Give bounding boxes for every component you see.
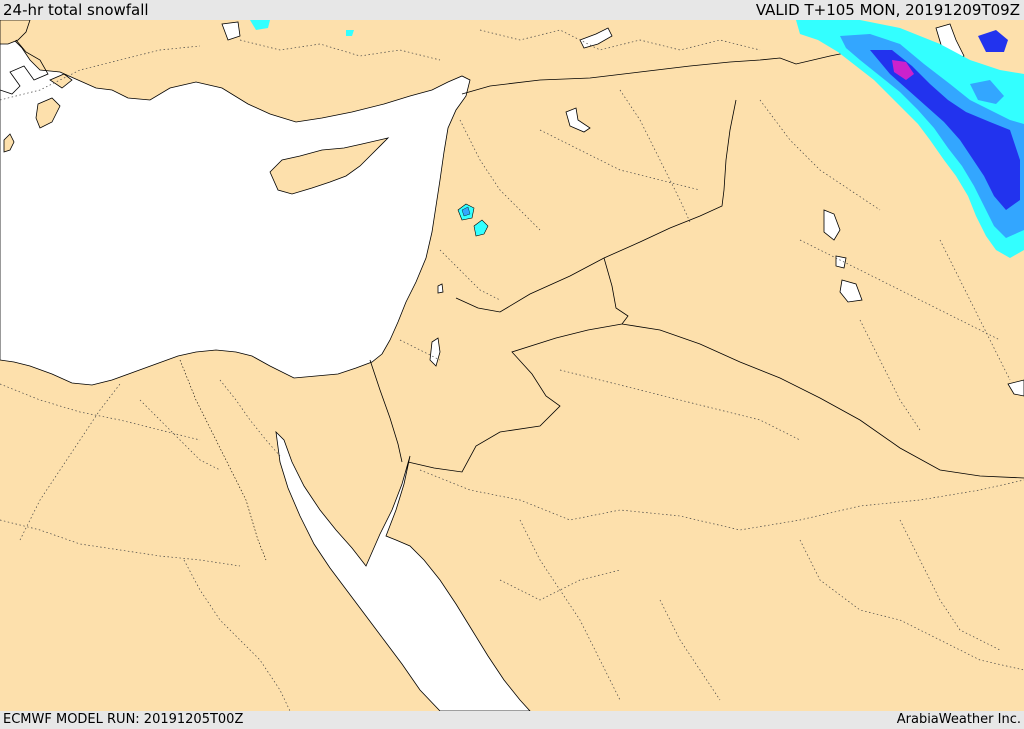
map-title: 24-hr total snowfall <box>3 1 149 19</box>
lake-habbaniyah <box>835 255 847 269</box>
sea-of-galilee <box>437 283 444 294</box>
footer-bar: ECMWF MODEL RUN: 20191205T00Z ArabiaWeat… <box>0 711 1024 729</box>
header-bar: 24-hr total snowfall VALID T+105 MON, 20… <box>0 0 1024 20</box>
snowfall-map <box>0 20 1024 711</box>
credit: ArabiaWeather Inc. <box>896 712 1021 727</box>
model-run: ECMWF MODEL RUN: 20191205T00Z <box>3 712 244 727</box>
valid-time: VALID T+105 MON, 20191209T09Z <box>755 1 1020 19</box>
map-frame: 24-hr total snowfall VALID T+105 MON, 20… <box>0 0 1024 729</box>
